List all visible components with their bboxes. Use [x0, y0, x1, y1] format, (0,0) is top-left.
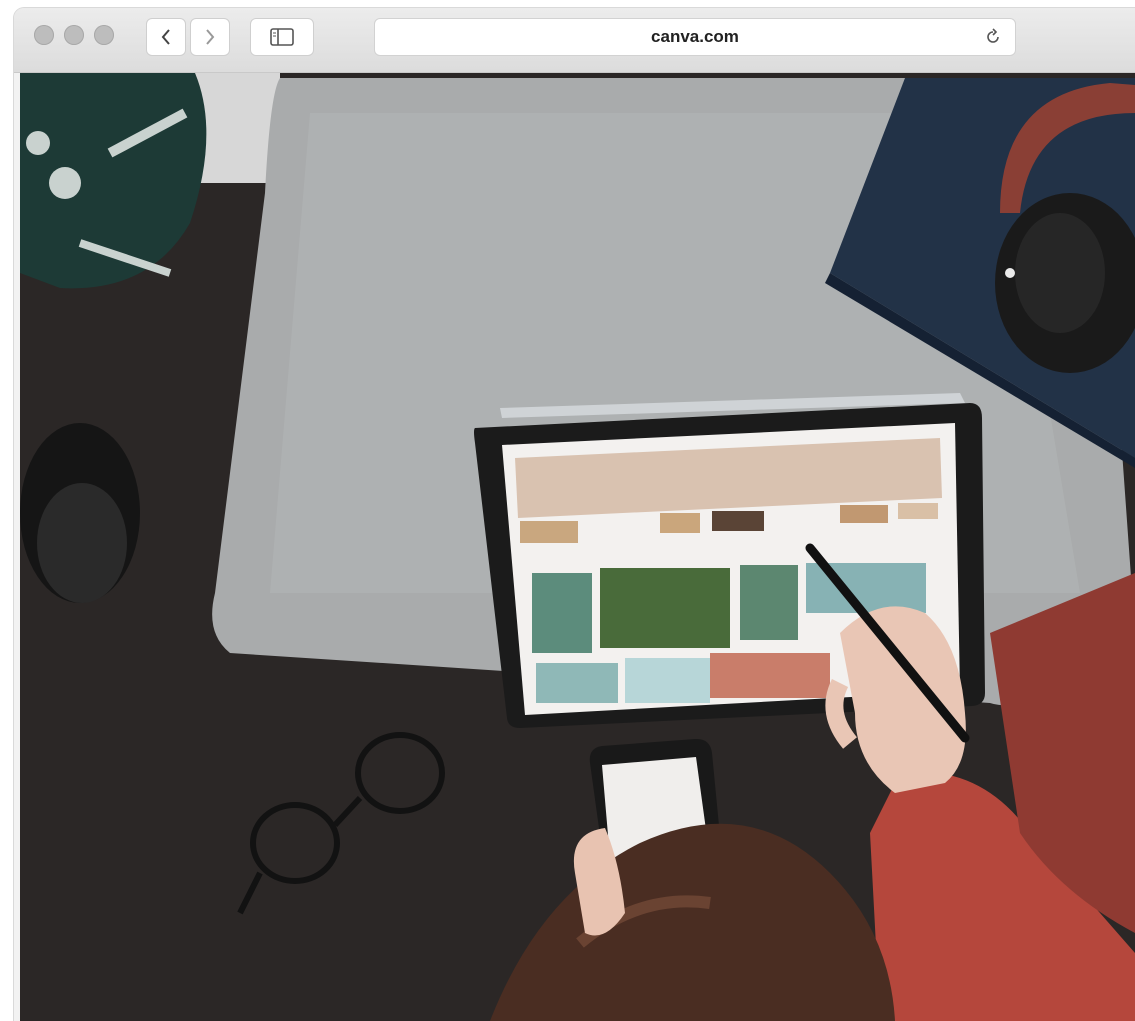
window-close-dot-icon[interactable] — [34, 25, 54, 45]
address-bar[interactable]: canva.com — [374, 18, 1016, 56]
reload-icon[interactable] — [983, 27, 1003, 47]
web-content — [20, 73, 1135, 1021]
window-zoom-dot-icon[interactable] — [94, 25, 114, 45]
back-button[interactable] — [146, 18, 186, 56]
chevron-left-icon — [161, 29, 170, 45]
window-minimize-dot-icon[interactable] — [64, 25, 84, 45]
browser-window: canva.com — [14, 8, 1135, 1021]
url-text: canva.com — [651, 27, 739, 46]
browser-toolbar: canva.com — [14, 8, 1135, 73]
chevron-right-icon — [206, 29, 215, 45]
sidebar-icon — [270, 28, 294, 46]
hero-photo — [20, 73, 1135, 1021]
sidebar-toggle-button[interactable] — [250, 18, 314, 56]
forward-button[interactable] — [190, 18, 230, 56]
